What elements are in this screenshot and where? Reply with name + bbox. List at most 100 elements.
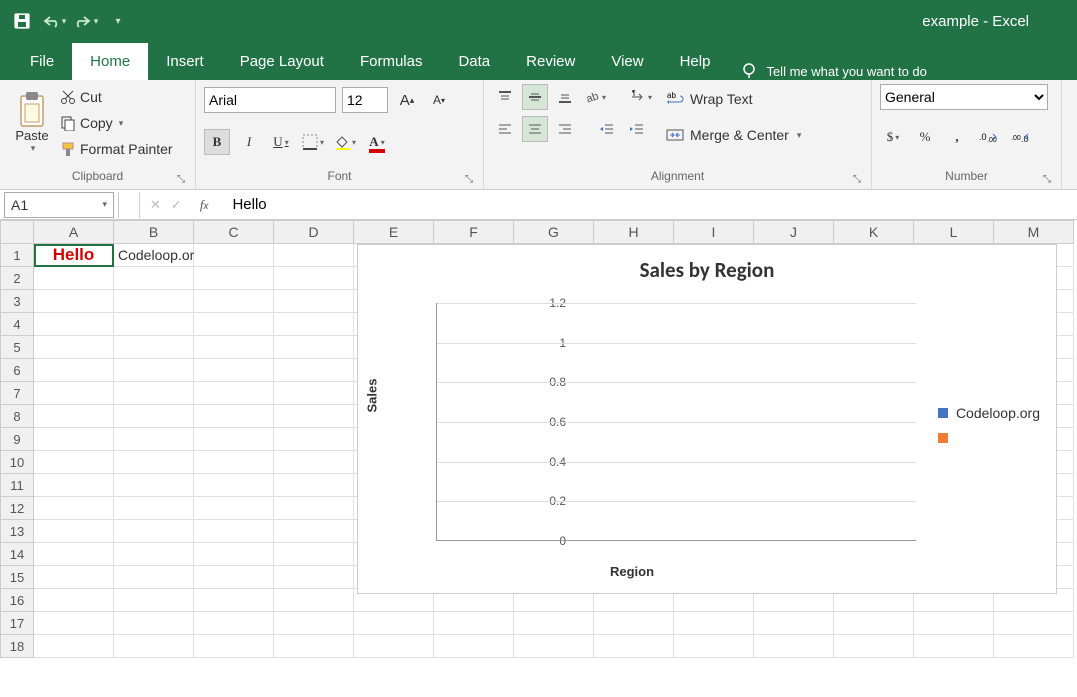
clipboard-dialog-launcher[interactable]: ⤡: [177, 174, 185, 185]
row-header[interactable]: 4: [0, 313, 34, 336]
column-header[interactable]: J: [754, 220, 834, 244]
decrease-decimal-button[interactable]: .00.0: [1008, 124, 1034, 150]
cell[interactable]: [114, 359, 194, 382]
row-header[interactable]: 7: [0, 382, 34, 405]
column-header[interactable]: D: [274, 220, 354, 244]
cell[interactable]: [194, 566, 274, 589]
row-header[interactable]: 1: [0, 244, 34, 267]
cell[interactable]: [354, 612, 434, 635]
tab-file[interactable]: File: [12, 43, 72, 80]
name-box[interactable]: A1▾: [4, 192, 114, 218]
cell[interactable]: [114, 290, 194, 313]
cell[interactable]: [114, 313, 194, 336]
tab-help[interactable]: Help: [662, 43, 729, 80]
tab-formulas[interactable]: Formulas: [342, 43, 441, 80]
cell[interactable]: [34, 635, 114, 658]
column-header[interactable]: F: [434, 220, 514, 244]
cell[interactable]: [34, 267, 114, 290]
bold-button[interactable]: B: [204, 129, 230, 155]
cell[interactable]: [914, 612, 994, 635]
row-header[interactable]: 9: [0, 428, 34, 451]
number-format-combo[interactable]: General: [880, 84, 1048, 110]
column-header[interactable]: L: [914, 220, 994, 244]
row-header[interactable]: 14: [0, 543, 34, 566]
row-header[interactable]: 8: [0, 405, 34, 428]
cell[interactable]: [274, 635, 354, 658]
ltr-button[interactable]: ¶▾: [628, 84, 654, 110]
cell[interactable]: [114, 405, 194, 428]
increase-indent-button[interactable]: [624, 116, 650, 142]
formula-input[interactable]: [226, 192, 1077, 218]
underline-button[interactable]: U▾: [268, 129, 294, 155]
increase-font-button[interactable]: A▴: [394, 87, 420, 113]
italic-button[interactable]: I: [236, 129, 262, 155]
row-header[interactable]: 13: [0, 520, 34, 543]
cell[interactable]: [34, 313, 114, 336]
tab-home[interactable]: Home: [72, 43, 148, 80]
cell[interactable]: [114, 451, 194, 474]
font-size-combo[interactable]: [342, 87, 388, 113]
cell[interactable]: [354, 635, 434, 658]
cancel-icon[interactable]: ✕: [150, 197, 161, 213]
cell[interactable]: [194, 382, 274, 405]
orientation-button[interactable]: ab▾: [582, 84, 608, 110]
cell[interactable]: [114, 497, 194, 520]
cell[interactable]: [34, 474, 114, 497]
align-bottom-button[interactable]: [552, 84, 578, 110]
cell[interactable]: [914, 635, 994, 658]
cell[interactable]: [834, 635, 914, 658]
cell[interactable]: [194, 244, 274, 267]
cell[interactable]: [274, 543, 354, 566]
row-header[interactable]: 10: [0, 451, 34, 474]
row-header[interactable]: 17: [0, 612, 34, 635]
row-header[interactable]: 6: [0, 359, 34, 382]
enter-icon[interactable]: ✓: [171, 197, 182, 213]
cell[interactable]: [194, 313, 274, 336]
chart[interactable]: Sales by Region00.20.40.60.811.2SalesReg…: [357, 244, 1057, 594]
cell[interactable]: [274, 244, 354, 267]
font-name-combo[interactable]: [204, 87, 336, 113]
row-header[interactable]: 16: [0, 589, 34, 612]
cell[interactable]: [274, 382, 354, 405]
borders-button[interactable]: ▾: [300, 129, 326, 155]
row-header[interactable]: 5: [0, 336, 34, 359]
cell[interactable]: [34, 359, 114, 382]
cell[interactable]: [194, 520, 274, 543]
cell[interactable]: [274, 612, 354, 635]
cell[interactable]: [194, 474, 274, 497]
tab-data[interactable]: Data: [440, 43, 508, 80]
cell[interactable]: [194, 290, 274, 313]
cell[interactable]: [34, 566, 114, 589]
cell[interactable]: [34, 336, 114, 359]
cell[interactable]: [114, 520, 194, 543]
cell[interactable]: [194, 405, 274, 428]
cell[interactable]: [994, 635, 1074, 658]
decrease-font-button[interactable]: A▾: [426, 87, 452, 113]
copy-button[interactable]: Copy▾: [60, 112, 173, 134]
column-header[interactable]: B: [114, 220, 194, 244]
merge-center-button[interactable]: Merge & Center▾: [666, 120, 801, 150]
column-header[interactable]: E: [354, 220, 434, 244]
align-top-button[interactable]: [492, 84, 518, 110]
column-header[interactable]: M: [994, 220, 1074, 244]
cell[interactable]: [34, 543, 114, 566]
wrap-text-button[interactable]: abWrap Text: [666, 84, 801, 114]
tab-review[interactable]: Review: [508, 43, 593, 80]
cell[interactable]: [274, 474, 354, 497]
column-header[interactable]: G: [514, 220, 594, 244]
cell[interactable]: [194, 336, 274, 359]
row-header[interactable]: 18: [0, 635, 34, 658]
select-all-corner[interactable]: [0, 220, 34, 244]
align-left-button[interactable]: [492, 116, 518, 142]
cell[interactable]: [114, 612, 194, 635]
row-header[interactable]: 2: [0, 267, 34, 290]
cell[interactable]: [194, 612, 274, 635]
tell-me[interactable]: Tell me what you want to do: [740, 62, 926, 80]
row-header[interactable]: 12: [0, 497, 34, 520]
column-header[interactable]: A: [34, 220, 114, 244]
cell[interactable]: [194, 428, 274, 451]
cell[interactable]: [674, 635, 754, 658]
cell[interactable]: [274, 405, 354, 428]
row-header[interactable]: 3: [0, 290, 34, 313]
column-header[interactable]: K: [834, 220, 914, 244]
